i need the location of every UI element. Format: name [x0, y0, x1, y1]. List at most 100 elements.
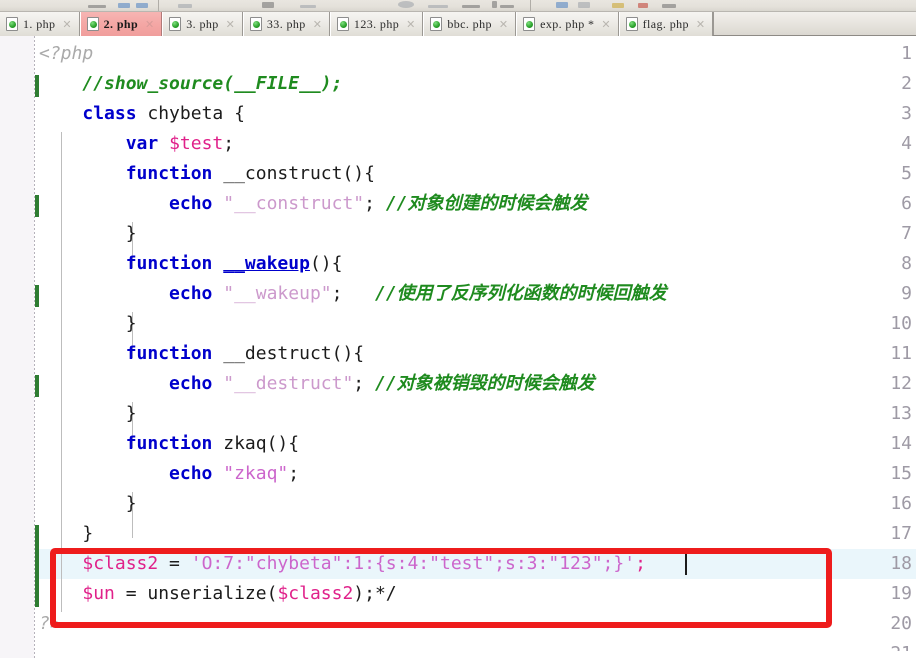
- tab-close-icon[interactable]: ✕: [311, 19, 322, 30]
- code-token: function: [125, 253, 213, 274]
- code-line[interactable]: function __construct(){: [39, 159, 375, 189]
- text-caret: [685, 553, 687, 575]
- toolbar-icon-ghost[interactable]: [118, 3, 130, 8]
- code-line[interactable]: $un = unserialize($class2);*/: [39, 579, 396, 609]
- code-token: "__construct": [223, 193, 365, 214]
- tab-bar[interactable]: 1. php ✕ 2. php ✕ 3. php ✕ 33. php ✕ 123. php ✕ bb…: [0, 12, 916, 36]
- tab-bbc-php[interactable]: bbc. php ✕: [423, 12, 517, 36]
- line-number: 10: [890, 313, 912, 334]
- toolbar-icon-ghost[interactable]: [262, 2, 274, 8]
- code-line[interactable]: }: [39, 219, 137, 249]
- code-line[interactable]: class chybeta {: [39, 99, 245, 129]
- tab-3-php[interactable]: 3. php ✕: [162, 12, 243, 36]
- code-line[interactable]: function zkaq(){: [39, 429, 299, 459]
- php-file-icon: [86, 17, 99, 31]
- code-line[interactable]: var $test;: [39, 129, 234, 159]
- code-line[interactable]: }: [39, 309, 137, 339]
- code-token: }: [39, 313, 137, 334]
- code-line[interactable]: echo "__wakeup"; //使用了反序列化函数的时候回触发: [39, 279, 667, 309]
- code-token: __construct(){: [212, 163, 375, 184]
- code-token: zkaq(){: [212, 433, 300, 454]
- code-line[interactable]: }: [39, 519, 93, 549]
- code-token: $un: [82, 583, 115, 604]
- php-file-icon: [336, 17, 349, 31]
- toolbar-icon-ghost[interactable]: [556, 2, 568, 8]
- tab-close-icon[interactable]: ✕: [143, 19, 154, 30]
- tab-close-icon[interactable]: ✕: [694, 19, 705, 30]
- tab-close-icon[interactable]: ✕: [224, 19, 235, 30]
- toolbar-icon-ghost[interactable]: [492, 1, 497, 8]
- code-line[interactable]: ?>: [39, 609, 61, 639]
- toolbar-icon-ghost[interactable]: [136, 3, 148, 8]
- code-line[interactable]: function __destruct(){: [39, 339, 364, 369]
- tab-flag-php[interactable]: flag. php ✕: [618, 12, 714, 36]
- line-number: 7: [901, 223, 912, 244]
- tab-2-php[interactable]: 2. php ✕: [79, 12, 163, 36]
- php-file-icon: [523, 17, 536, 31]
- toolbar-icon-ghost[interactable]: [662, 4, 676, 8]
- toolbar-separator: [530, 0, 531, 11]
- line-number: 13: [890, 403, 912, 424]
- toolbar-icon-ghost[interactable]: [462, 5, 480, 8]
- tab-close-icon[interactable]: ✕: [404, 19, 415, 30]
- code-token: //对象被销毁的时候会触发: [374, 373, 595, 394]
- tab-close-icon[interactable]: ✕: [60, 19, 71, 30]
- line-number: 8: [901, 253, 912, 274]
- tab-exp-php[interactable]: exp. php * ✕: [516, 12, 619, 36]
- code-token: ;: [223, 133, 235, 154]
- tab-close-icon[interactable]: ✕: [599, 19, 610, 30]
- code-line[interactable]: }: [39, 399, 137, 429]
- toolbar-icon-ghost[interactable]: [88, 5, 106, 8]
- toolbar-icon-ghost[interactable]: [578, 2, 590, 8]
- tab-1-php[interactable]: 1. php ✕: [0, 12, 80, 36]
- code-line[interactable]: //show_source(__FILE__);: [39, 69, 342, 99]
- code-line[interactable]: echo "__destruct"; //对象被销毁的时候会触发: [39, 369, 595, 399]
- php-file-icon: [625, 17, 638, 31]
- tab-bar-empty-area: [713, 12, 916, 35]
- toolbar-icon-ghost[interactable]: [178, 4, 192, 8]
- code-line[interactable]: function __wakeup(){: [39, 249, 343, 279]
- code-token: <?php: [39, 43, 94, 64]
- toolbar-icon-ghost[interactable]: [638, 3, 648, 8]
- toolbar-icon-ghost[interactable]: [612, 3, 624, 8]
- code-editor[interactable]: <?php //show_source(__FILE__); class chy…: [0, 36, 916, 658]
- toolbar-strip[interactable]: [0, 0, 916, 12]
- toolbar-icon-ghost[interactable]: [500, 5, 514, 8]
- code-token: chybeta {: [136, 103, 245, 124]
- line-number: 11: [890, 343, 912, 364]
- toolbar-icon-ghost[interactable]: [398, 1, 414, 8]
- code-token: }: [39, 223, 137, 244]
- tab-label: 2. php: [103, 16, 139, 31]
- code-line[interactable]: echo "zkaq";: [39, 459, 299, 489]
- code-token: __destruct(){: [212, 343, 365, 364]
- code-line[interactable]: $class2 = 'O:7:"chybeta":1:{s:4:"test";s…: [39, 549, 646, 579]
- line-number: 4: [901, 133, 912, 154]
- code-token: (){: [309, 253, 343, 274]
- code-token: ;: [288, 463, 300, 484]
- line-number: 2: [901, 73, 912, 94]
- line-number: 21: [878, 639, 912, 651]
- code-content[interactable]: <?php //show_source(__FILE__); class chy…: [39, 36, 916, 658]
- toolbar-icon-ghost[interactable]: [300, 5, 316, 8]
- code-token: "__wakeup": [223, 283, 332, 304]
- code-token: }: [39, 493, 137, 514]
- code-token: //对象创建的时候会触发: [385, 193, 588, 214]
- tab-123-php[interactable]: 123. php ✕: [329, 12, 424, 36]
- tab-close-icon[interactable]: ✕: [497, 19, 508, 30]
- line-number: 15: [890, 463, 912, 484]
- code-line[interactable]: }: [39, 489, 137, 519]
- tab-33-php[interactable]: 33. php ✕: [242, 12, 330, 36]
- code-token: //show_source(__FILE__);: [82, 73, 343, 94]
- code-token: echo: [169, 463, 213, 484]
- toolbar-icon-ghost[interactable]: [428, 5, 448, 8]
- code-line[interactable]: echo "__construct"; //对象创建的时候会触发: [39, 189, 588, 219]
- tab-label: 1. php: [23, 16, 56, 31]
- code-token: $class2: [277, 583, 354, 604]
- code-line[interactable]: <?php: [39, 39, 93, 69]
